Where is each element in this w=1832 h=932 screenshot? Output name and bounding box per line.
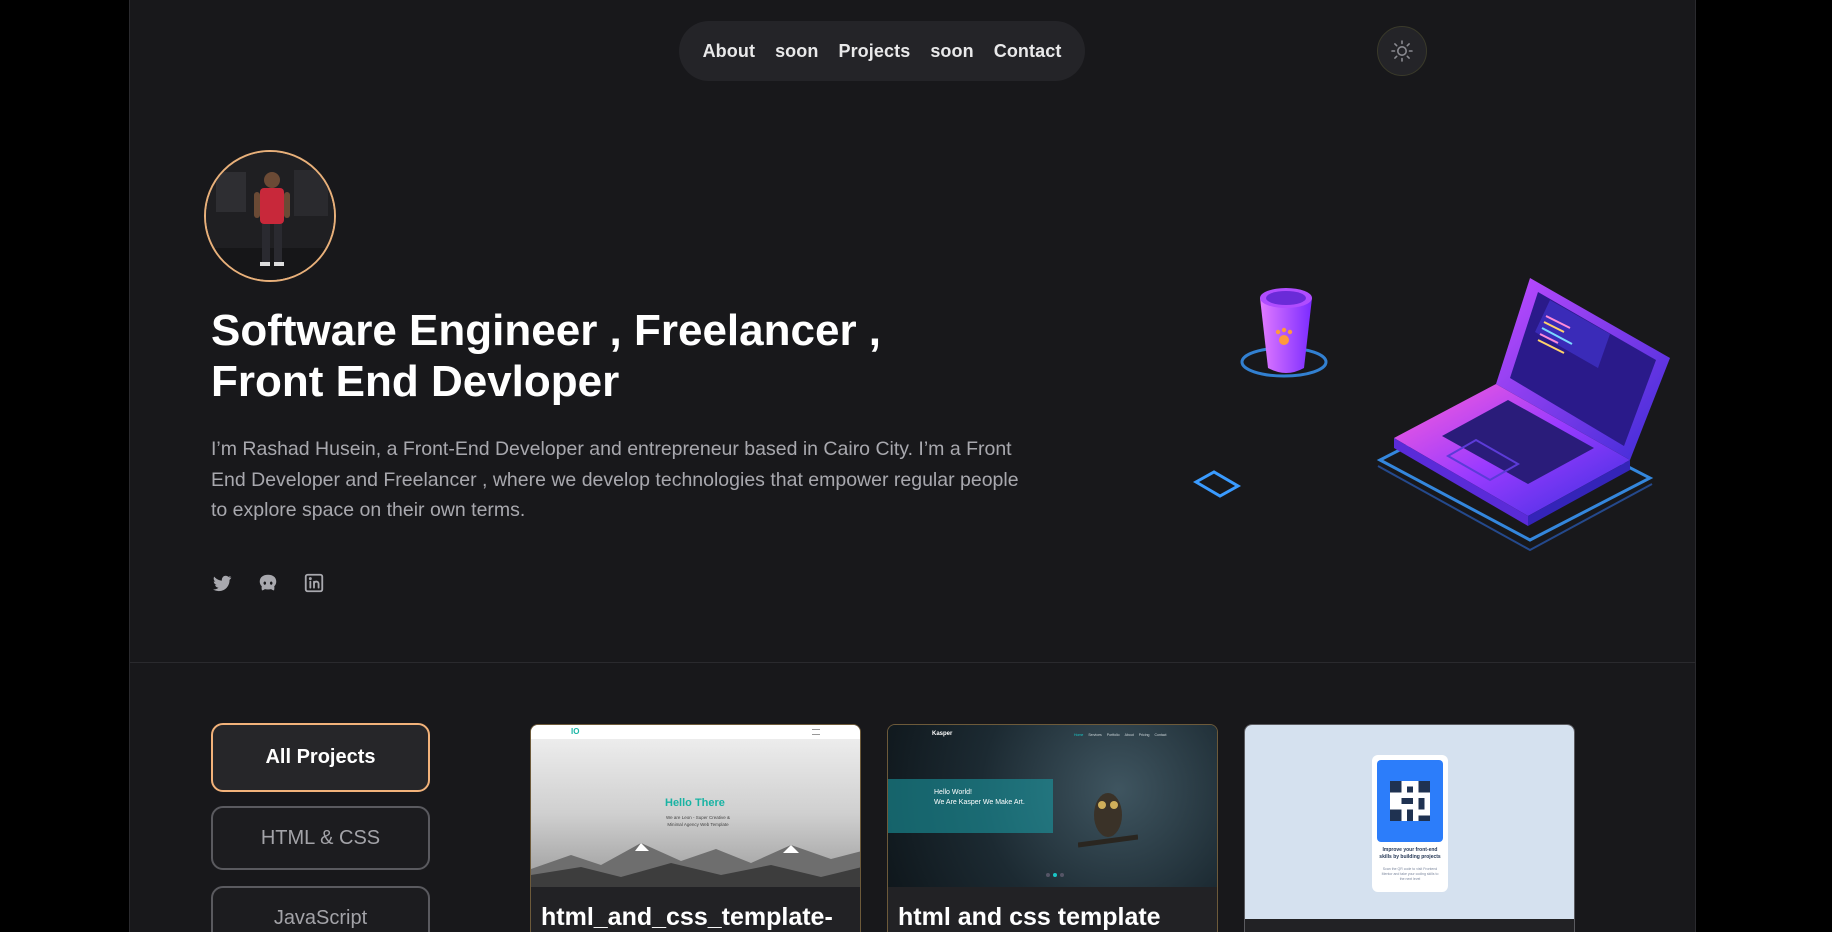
qr-pattern <box>1390 781 1430 821</box>
thumb-nav-item: Pricing <box>1138 733 1150 737</box>
page: About soon Projects soon Contact Softwar… <box>129 0 1696 932</box>
twitter-icon[interactable] <box>211 572 233 594</box>
linkedin-icon[interactable] <box>303 572 325 594</box>
owl-graphic <box>1078 793 1138 848</box>
hero-title-line-1: Software Engineer , Freelancer , <box>211 306 882 355</box>
filter-javascript[interactable]: JavaScript <box>211 886 430 932</box>
nav-contact[interactable]: Contact <box>994 41 1062 62</box>
thumb-heading: Hello World! <box>934 789 972 796</box>
thumb-nav: Home Services Portfolio About Pricing Co… <box>1074 733 1167 737</box>
qr-subtext: Scan the QR code to visit Frontend Mento… <box>1381 867 1439 881</box>
theme-toggle-button[interactable] <box>1377 26 1427 76</box>
project-card[interactable]: Kasper Home Services Portfolio About Pri… <box>887 724 1218 932</box>
thumb-logo: Kasper <box>932 731 953 737</box>
thumb-nav-item: Home <box>1074 733 1084 737</box>
hero-title: Software Engineer , Freelancer , Front E… <box>211 305 971 407</box>
project-thumbnail: IO Hello There We are Leon - Super Creat… <box>531 725 860 887</box>
avatar-photo <box>206 152 334 280</box>
filter-all-projects[interactable]: All Projects <box>211 723 430 792</box>
main-nav: About soon Projects soon Contact <box>679 21 1085 81</box>
nav-soon-1[interactable]: soon <box>775 41 818 62</box>
section-divider <box>130 662 1695 663</box>
project-card[interactable]: IO Hello There We are Leon - Super Creat… <box>530 724 861 932</box>
nav-about[interactable]: About <box>703 41 755 62</box>
thumb-menu-icon <box>812 729 820 735</box>
qr-heading: Improve your front-end skills by buildin… <box>1379 847 1441 860</box>
nav-projects[interactable]: Projects <box>838 41 910 62</box>
thumb-subtext: We are Leon - Super Creative & Minimal A… <box>666 815 730 827</box>
project-thumbnail: Kasper Home Services Portfolio About Pri… <box>888 725 1217 887</box>
thumb-nav-item: Services <box>1088 733 1102 737</box>
thumb-heading: Hello There <box>665 797 725 809</box>
qr-card: Improve your front-end skills by buildin… <box>1372 755 1448 892</box>
mountains-graphic <box>531 843 860 887</box>
thumb-nav-item: Contact <box>1154 733 1167 737</box>
thumb-slider-dots <box>1046 873 1064 877</box>
project-thumbnail: Improve your front-end skills by buildin… <box>1245 725 1574 919</box>
thumb-subheading: We Are Kasper We Make Art. <box>934 799 1025 806</box>
social-links <box>211 572 325 594</box>
qr-code <box>1377 760 1443 842</box>
laptop-illustration <box>1192 278 1670 552</box>
filter-html-css[interactable]: HTML & CSS <box>211 806 430 870</box>
thumb-logo: IO <box>571 727 580 736</box>
hero-title-line-2: Front End Devloper <box>211 357 620 406</box>
hero-description: I’m Rashad Husein, a Front-End Developer… <box>211 438 1019 521</box>
nav-soon-2[interactable]: soon <box>930 41 973 62</box>
thumb-nav-item: Portfolio <box>1106 733 1120 737</box>
thumb-hero-box <box>888 779 1053 833</box>
project-card[interactable]: Improve your front-end skills by buildin… <box>1244 724 1575 932</box>
sun-icon <box>1391 40 1413 62</box>
thumb-nav-item: About <box>1124 733 1134 737</box>
project-title: html and css template <box>898 903 1161 931</box>
avatar <box>204 150 336 282</box>
github-icon[interactable] <box>257 572 279 594</box>
project-title: html_and_css_template- <box>541 903 833 931</box>
